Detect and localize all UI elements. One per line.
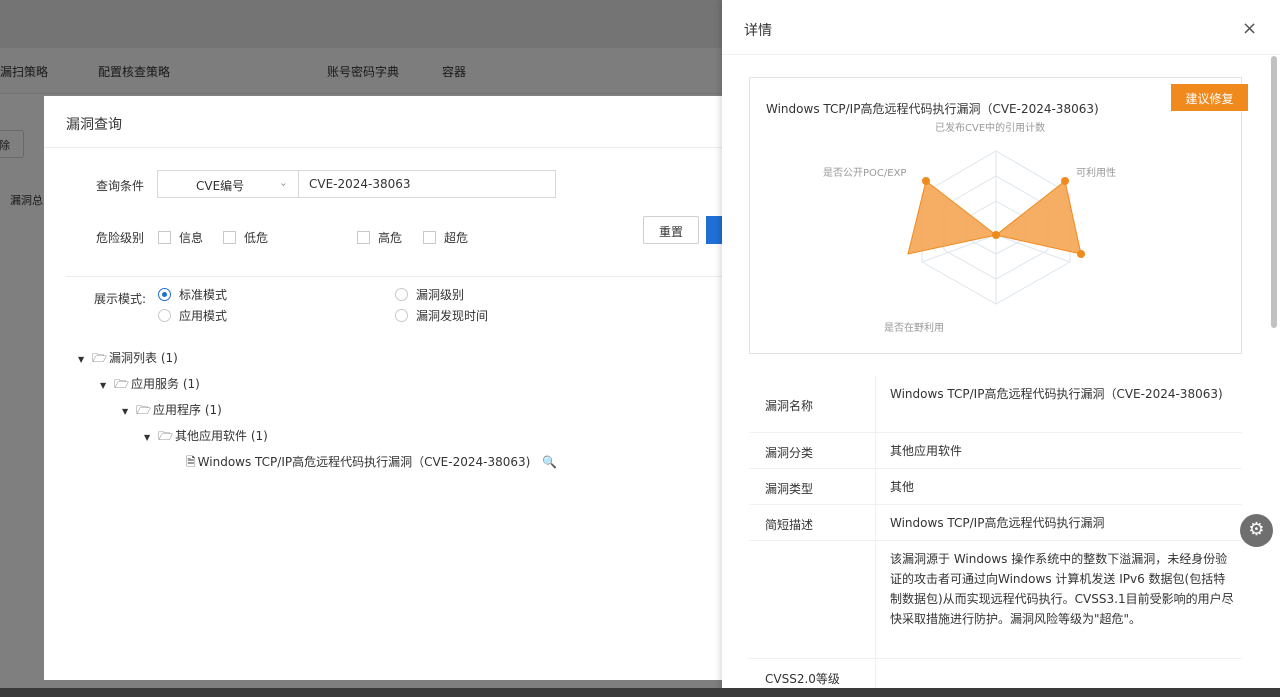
cve-input-value: CVE-2024-38063 <box>309 177 411 191</box>
drawer-divider <box>722 54 1280 55</box>
bottom-strip <box>0 688 1280 697</box>
radar-card: Windows TCP/IP高危远程代码执行漏洞（CVE-2024-38063)… <box>749 77 1242 354</box>
cve-search-input[interactable]: CVE-2024-38063 <box>298 170 556 198</box>
display-mode-application[interactable]: 应用模式 <box>158 307 227 324</box>
table-row: 该漏洞源于 Windows 操作系统中的整数下溢漏洞，未经身份验证的攻击者可通过… <box>749 541 1242 659</box>
tree-node-application[interactable]: ▼ 🗁 应用程序 (1) <box>122 401 222 422</box>
caret-down-icon: ▼ <box>144 433 151 442</box>
caret-down-icon: ▼ <box>122 407 129 416</box>
caret-down-icon: ▼ <box>78 355 85 364</box>
gear-icon[interactable]: ⚙ <box>1240 514 1273 547</box>
radar-label-left: 是否公开POC/EXP <box>823 168 907 179</box>
risk-checkbox-low[interactable]: 低危 <box>223 229 268 246</box>
tree-leaf-vuln[interactable]: 🗎 Windows TCP/IP高危远程代码执行漏洞（CVE-2024-38063… <box>186 453 557 474</box>
table-row: 漏洞名称 Windows TCP/IP高危远程代码执行漏洞（CVE-2024-3… <box>749 376 1242 433</box>
card-title: Windows TCP/IP高危远程代码执行漏洞（CVE-2024-38063) <box>766 102 1099 116</box>
folder-open-icon: 🗁 <box>136 403 152 417</box>
modal-title: 漏洞查询 <box>44 96 744 148</box>
scrollbar[interactable] <box>1271 56 1277 328</box>
radar-point <box>922 177 930 185</box>
drawer-title: 详情 <box>744 23 772 39</box>
tree-node-vuln-list[interactable]: ▼ 🗁 漏洞列表 (1) <box>78 349 178 370</box>
folder-open-icon: 🗁 <box>158 429 174 443</box>
detail-drawer: 详情 × Windows TCP/IP高危远程代码执行漏洞（CVE-2024-3… <box>722 0 1280 697</box>
radar-area <box>907 180 1082 255</box>
suggest-fix-button[interactable]: 建议修复 <box>1171 84 1248 111</box>
table-row: 漏洞类型 其他 <box>749 469 1242 505</box>
radar-point <box>1077 250 1085 258</box>
display-mode-standard[interactable]: 标准模式 <box>158 286 227 303</box>
folder-open-icon: 🗁 <box>114 377 130 391</box>
display-mode-vuln-level[interactable]: 漏洞级别 <box>395 286 464 303</box>
caret-down-icon: ▼ <box>100 381 107 390</box>
close-icon[interactable]: × <box>1242 18 1257 39</box>
table-row: 漏洞分类 其他应用软件 <box>749 433 1242 469</box>
divider <box>66 276 744 277</box>
file-icon: 🗎 <box>186 455 196 469</box>
folder-open-icon: 🗁 <box>92 351 108 365</box>
risk-checkbox-high[interactable]: 高危 <box>357 229 402 246</box>
chevron-down-icon: ⌄ <box>278 176 288 189</box>
radar-point <box>1061 177 1069 185</box>
radar-point <box>992 231 1000 239</box>
risk-level-label: 危险级别 <box>96 231 145 245</box>
tree-node-other-software[interactable]: ▼ 🗁 其他应用软件 (1) <box>144 427 268 448</box>
table-row: 简短描述 Windows TCP/IP高危远程代码执行漏洞 <box>749 505 1242 541</box>
query-condition-label: 查询条件 <box>96 179 145 193</box>
search-icon[interactable]: 🔍 <box>542 455 557 469</box>
condition-select-value: CVE编号 <box>196 179 245 193</box>
radar-label-right: 可利用性 <box>1076 168 1116 179</box>
display-mode-label: 展示模式: <box>94 292 147 306</box>
tree-node-app-service[interactable]: ▼ 🗁 应用服务 (1) <box>100 375 200 396</box>
display-mode-found-time[interactable]: 漏洞发现时间 <box>395 307 488 324</box>
reset-button[interactable]: 重置 <box>643 216 699 244</box>
condition-select[interactable]: CVE编号 ⌄ <box>157 170 299 198</box>
radar-label-top: 已发布CVE中的引用计数 <box>935 123 1046 134</box>
radar-label-bottom: 是否在野利用 <box>884 323 944 334</box>
risk-checkbox-info[interactable]: 信息 <box>158 229 203 246</box>
risk-checkbox-critical[interactable]: 超危 <box>423 229 468 246</box>
vuln-query-modal: 漏洞查询 查询条件 CVE编号 ⌄ CVE-2024-38063 危险级别 信息… <box>44 96 744 680</box>
